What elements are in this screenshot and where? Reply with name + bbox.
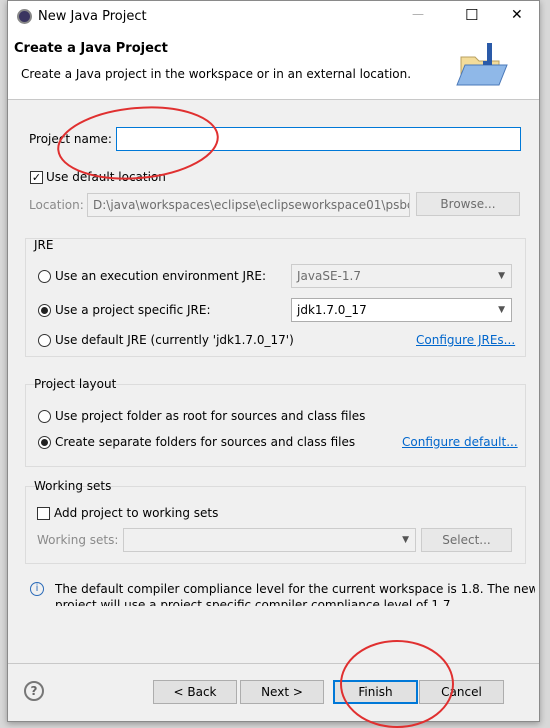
annotation-circle-finish xyxy=(340,640,454,728)
red-annotation-circles xyxy=(57,106,454,728)
annotation-circle-project-name xyxy=(57,106,219,180)
